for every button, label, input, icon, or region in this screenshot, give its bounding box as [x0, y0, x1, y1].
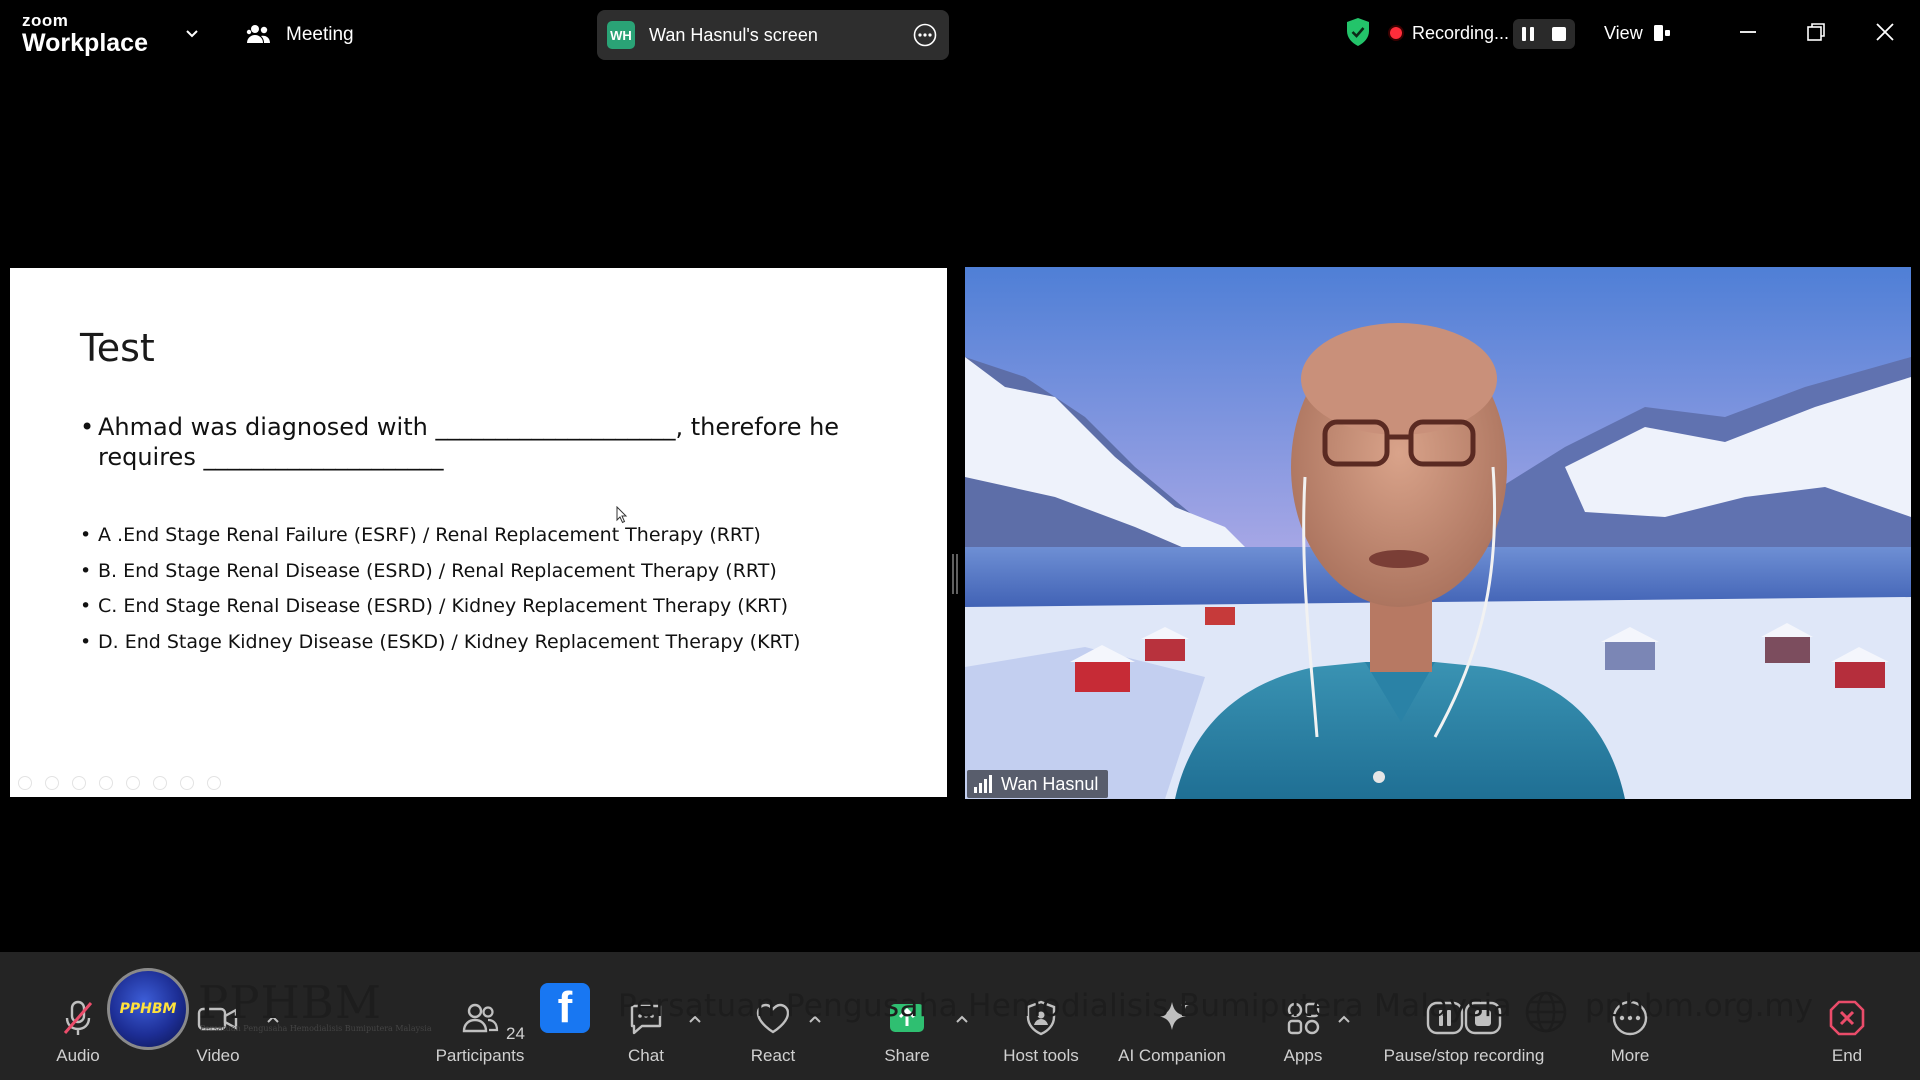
option-a: A .End Stage Renal Failure (ESRF) / Rena…	[80, 520, 800, 556]
share-label: Share	[884, 1046, 930, 1065]
participant-video[interactable]	[965, 267, 1911, 799]
participant-name-label: Wan Hasnul	[967, 770, 1109, 798]
video-background-image	[965, 267, 1911, 799]
organisation-name: Persatuan Pengusaha Hemodialisis Bumiput…	[618, 988, 1512, 1024]
end-label: End	[1831, 1046, 1863, 1065]
slide-options: A .End Stage Renal Failure (ESRF) / Rena…	[80, 520, 800, 662]
video-label: Video	[196, 1046, 240, 1065]
mouse-cursor-icon	[616, 506, 628, 524]
slideshow-tool-icon[interactable]	[153, 776, 167, 790]
participants-count: 24	[506, 1024, 525, 1043]
slideshow-tool-icon[interactable]	[180, 776, 194, 790]
security-shield-icon[interactable]	[1345, 17, 1371, 47]
signal-strength-icon	[974, 775, 992, 793]
restore-icon[interactable]	[1802, 18, 1830, 46]
end-meeting-icon	[1829, 1000, 1865, 1036]
minimize-icon[interactable]	[1734, 18, 1762, 46]
pphbm-logo-text: PPHBM	[198, 976, 382, 1029]
slide-title: Test	[80, 326, 155, 370]
brand-zoom: zoom	[22, 11, 69, 30]
facebook-glyph: f	[557, 983, 573, 1032]
view-menu[interactable]: View	[1604, 20, 1671, 46]
apps-label: Apps	[1283, 1046, 1323, 1065]
participants-icon	[462, 1003, 499, 1033]
more-options-icon[interactable]	[913, 23, 937, 47]
globe-icon	[1525, 991, 1567, 1033]
audio-label: Audio	[56, 1046, 100, 1065]
pphbm-logo-badge-text: PPHBM	[119, 1001, 177, 1017]
screen-share-indicator[interactable]: WH Wan Hasnul's screen	[597, 10, 949, 60]
participant-name: Wan Hasnul	[1001, 773, 1099, 794]
recording-dot-icon	[1390, 27, 1402, 39]
shared-screen-slide: Test Ahmad was diagnosed with __________…	[10, 268, 947, 797]
people-icon	[246, 25, 270, 43]
view-label: View	[1604, 22, 1643, 43]
recording-label: Recording...	[1412, 22, 1510, 43]
split-resize-handle[interactable]	[951, 553, 959, 595]
chat-label: Chat	[628, 1046, 664, 1065]
share-title: Wan Hasnul's screen	[649, 24, 818, 45]
option-c: C. End Stage Renal Disease (ESRD) / Kidn…	[80, 591, 800, 627]
slideshow-tool-icon[interactable]	[99, 776, 113, 790]
pphbm-logo-subtext: Persatuan Pengusaha Hemodialisis Bumiput…	[200, 1024, 432, 1033]
slideshow-controls	[18, 776, 221, 790]
slideshow-tool-icon[interactable]	[126, 776, 140, 790]
more-label: More	[1610, 1046, 1650, 1065]
sharer-avatar: WH	[607, 21, 635, 49]
meeting-label: Meeting	[286, 24, 354, 45]
organisation-url: pphbm.org.my	[1585, 988, 1813, 1024]
pphbm-logo: PPHBM	[107, 968, 189, 1050]
recording-controls	[1513, 19, 1575, 49]
slide-question: Ahmad was diagnosed with _______________…	[80, 412, 880, 472]
option-b: B. End Stage Renal Disease (ESRD) / Rena…	[80, 556, 800, 592]
stop-icon[interactable]	[1551, 26, 1567, 42]
participants-label: Participants	[435, 1046, 525, 1065]
react-label: React	[750, 1046, 796, 1065]
microphone-muted-icon	[63, 1000, 93, 1035]
slideshow-tool-icon[interactable]	[45, 776, 59, 790]
slideshow-tool-icon[interactable]	[207, 776, 221, 790]
facebook-icon: f	[540, 983, 590, 1033]
audio-button[interactable]: Audio	[48, 998, 108, 1080]
view-layout-icon	[1653, 25, 1670, 41]
zoom-workplace-logo: zoom Workplace	[22, 12, 148, 56]
pause-icon[interactable]	[1521, 26, 1535, 42]
close-icon[interactable]	[1871, 18, 1899, 46]
brand-workplace: Workplace	[22, 29, 148, 57]
recording-indicator: Recording...	[1390, 18, 1509, 48]
option-d: D. End Stage Kidney Disease (ESKD) / Kid…	[80, 627, 800, 663]
host-tools-label: Host tools	[1003, 1046, 1079, 1065]
slideshow-tool-icon[interactable]	[18, 776, 32, 790]
end-meeting-button[interactable]: End	[1817, 998, 1877, 1080]
pause-stop-recording-label: Pause/stop recording	[1383, 1046, 1545, 1065]
title-bar: zoom Workplace Meeting WH Wan Hasnul's s…	[0, 0, 1920, 68]
ai-companion-label: AI Companion	[1118, 1046, 1226, 1065]
slideshow-tool-icon[interactable]	[72, 776, 86, 790]
meeting-tab[interactable]: Meeting	[246, 20, 354, 50]
chevron-down-icon[interactable]	[184, 26, 200, 42]
